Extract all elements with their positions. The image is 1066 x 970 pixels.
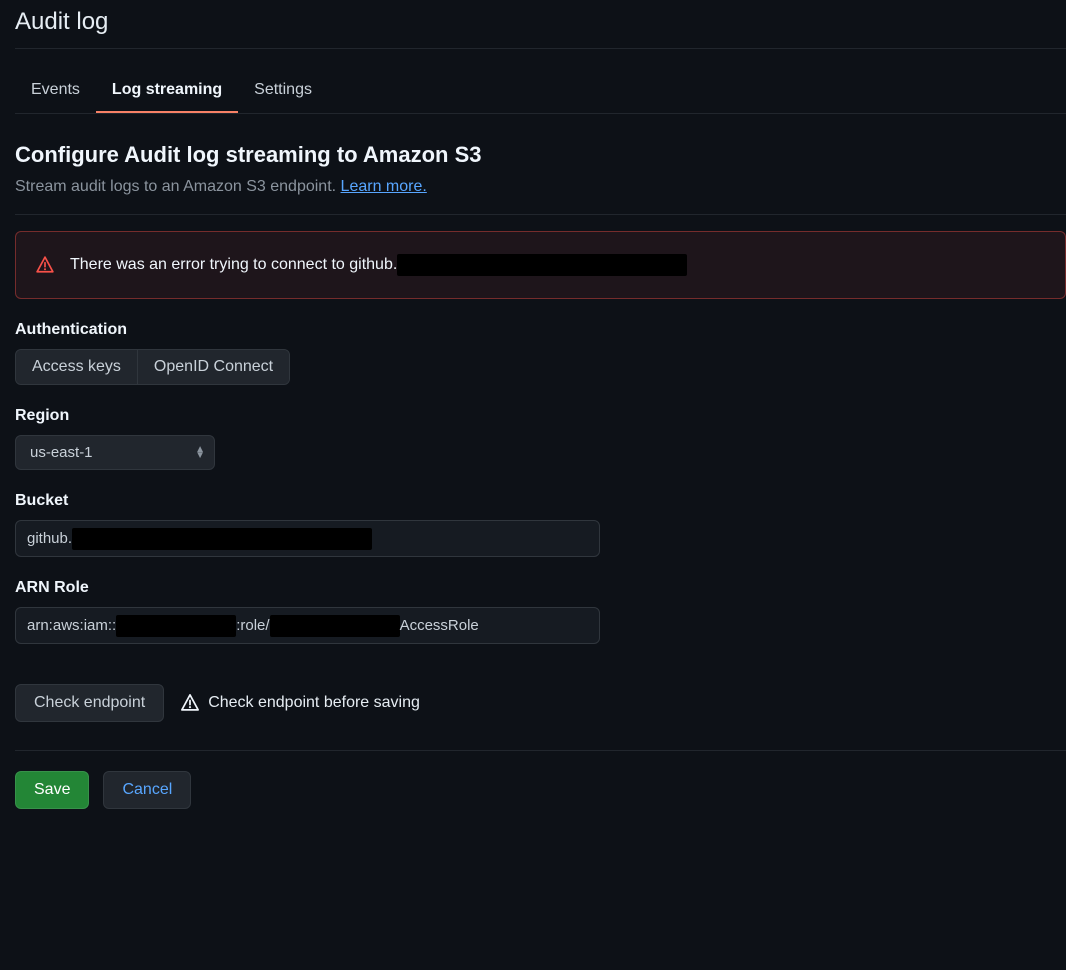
page-title: Audit log [15,8,1066,49]
config-description-text: Stream audit logs to an Amazon S3 endpoi… [15,178,336,195]
auth-access-keys-button[interactable]: Access keys [16,350,138,384]
authentication-segmented: Access keys OpenID Connect [15,349,290,385]
check-endpoint-button[interactable]: Check endpoint [15,684,164,722]
config-section: Configure Audit log streaming to Amazon … [15,142,1066,215]
cancel-button[interactable]: Cancel [103,771,191,809]
tab-events[interactable]: Events [15,69,96,113]
tab-log-streaming[interactable]: Log streaming [96,69,238,113]
auth-openid-connect-button[interactable]: OpenID Connect [138,350,289,384]
error-alert: There was an error trying to connect to … [15,231,1066,299]
check-hint-text: Check endpoint before saving [208,694,420,712]
bucket-input-wrap: github. [15,520,600,557]
bucket-input[interactable] [15,520,600,557]
footer-actions: Save Cancel [15,771,1066,809]
alert-triangle-icon [36,256,54,274]
redacted-text [397,254,687,276]
check-hint: Check endpoint before saving [180,693,420,713]
region-field: Region us-east-1 ▲▼ [15,407,1066,470]
tab-settings[interactable]: Settings [238,69,328,113]
region-select[interactable]: us-east-1 [15,435,215,470]
error-message: There was an error trying to connect to … [70,254,687,276]
tabs: Events Log streaming Settings [15,69,1066,114]
region-select-wrap: us-east-1 ▲▼ [15,435,215,470]
config-description: Stream audit logs to an Amazon S3 endpoi… [15,178,1066,215]
config-title: Configure Audit log streaming to Amazon … [15,142,1066,168]
arn-role-field: ARN Role arn:aws:iam:::role/AccessRole [15,579,1066,644]
error-message-text: There was an error trying to connect to … [70,256,397,273]
arn-role-label: ARN Role [15,579,1066,597]
learn-more-link[interactable]: Learn more. [341,178,427,195]
authentication-field: Authentication Access keys OpenID Connec… [15,321,1066,385]
warning-triangle-icon [180,693,200,713]
authentication-label: Authentication [15,321,1066,339]
bucket-label: Bucket [15,492,1066,510]
arn-role-input-wrap: arn:aws:iam:::role/AccessRole [15,607,600,644]
region-label: Region [15,407,1066,425]
arn-role-input[interactable] [15,607,600,644]
bucket-field: Bucket github. [15,492,1066,557]
save-button[interactable]: Save [15,771,89,809]
action-row: Check endpoint Check endpoint before sav… [15,684,1066,751]
